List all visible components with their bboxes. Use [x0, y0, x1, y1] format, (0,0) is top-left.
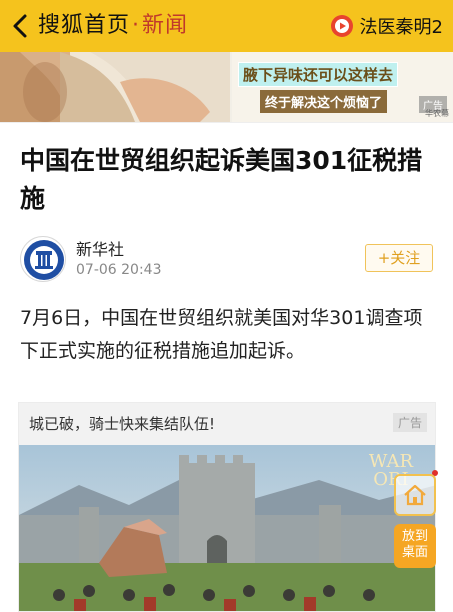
ad-subline: 终于解决这个烦恼了 [260, 90, 388, 113]
video-play-icon [330, 15, 353, 37]
featured-video-label: 法医秦明2 [359, 17, 443, 38]
avatar[interactable] [20, 236, 66, 282]
article-title: 中国在世贸组织起诉美国301征税措施 [20, 146, 423, 213]
home-icon [404, 484, 426, 506]
game-ad-caption: 城已破，骑士快来集结队伍! [29, 415, 216, 433]
desktop-label-line2: 桌面 [401, 545, 428, 560]
featured-video-link[interactable]: 法医秦明2 [330, 12, 443, 40]
article-paragraph: 7月6日，中国在世贸组织就美国对华301调查项下正式实施的征税措施追加起诉。 [20, 307, 423, 362]
follow-button[interactable]: +关注 [365, 244, 433, 272]
breadcrumb-separator: · [132, 13, 141, 38]
ad-photo [0, 52, 230, 122]
section-link-news[interactable]: 新闻 [142, 13, 188, 38]
game-ad[interactable]: 城已破，骑士快来集结队伍! 广告 WAR ORI [18, 402, 436, 612]
home-button[interactable] [394, 474, 436, 516]
ad-label-badge: 广告 [392, 413, 427, 432]
publish-time: 07-06 20:43 [76, 262, 162, 278]
author-info: 新华社 07-06 20:43 +关注 [20, 232, 435, 284]
xinhua-logo-icon [24, 240, 64, 280]
ad-source: 华农幕 [425, 109, 449, 118]
home-link[interactable]: 搜狐首页 [38, 13, 130, 38]
breadcrumb: 搜狐首页·新闻 [38, 9, 188, 43]
back-arrow-icon[interactable] [8, 10, 34, 42]
ad-text-area: 腋下异味还可以这样去 终于解决这个烦恼了 广告 华农幕 [232, 52, 453, 122]
top-banner-ad[interactable]: 腋下异味还可以这样去 终于解决这个烦恼了 广告 华农幕 [0, 52, 453, 122]
divider [0, 122, 453, 123]
ad-headline: 腋下异味还可以这样去 [238, 62, 399, 87]
top-navigation-bar: 搜狐首页·新闻 法医秦明2 [0, 0, 453, 52]
add-to-desktop-button[interactable]: 放到 桌面 [394, 524, 436, 568]
author-name[interactable]: 新华社 [76, 236, 124, 260]
desktop-label-line1: 放到 [401, 529, 428, 544]
